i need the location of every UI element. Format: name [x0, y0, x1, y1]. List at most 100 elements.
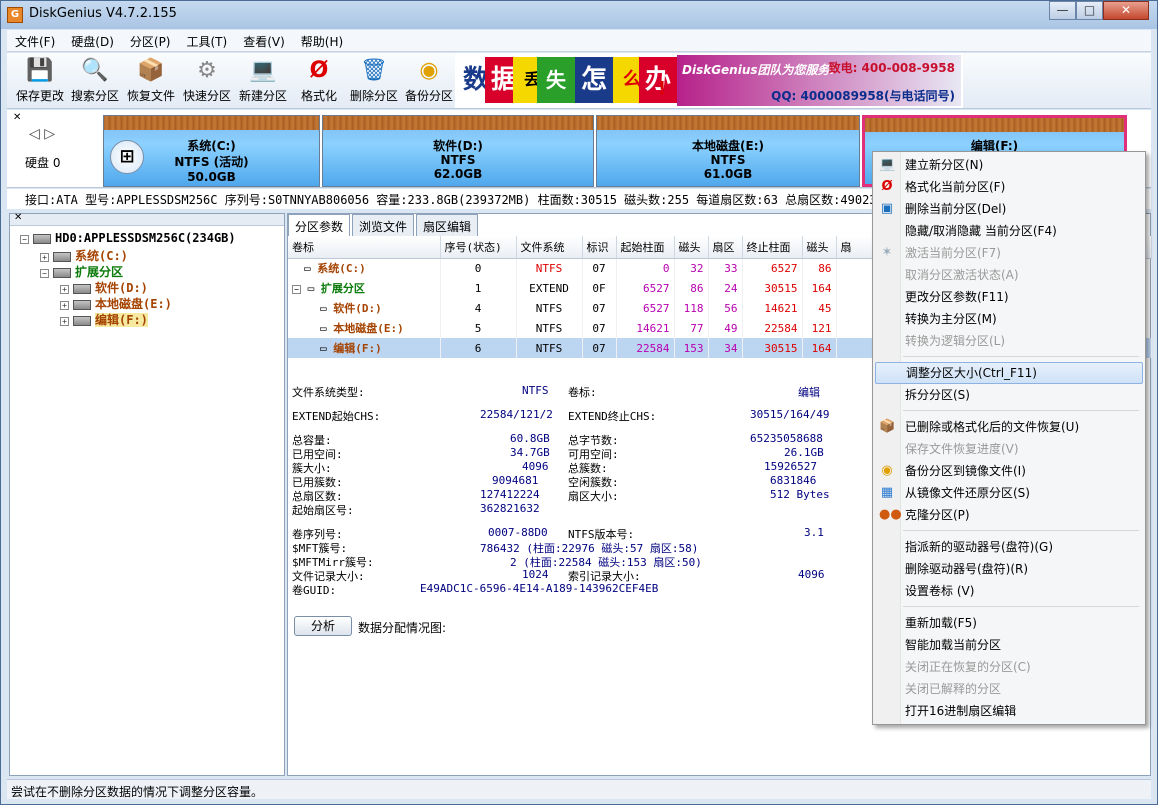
- tab-browse-files[interactable]: 浏览文件: [352, 214, 415, 236]
- partition-icon: ▭: [304, 262, 311, 276]
- partition-name: 本地磁盘(E:): [692, 139, 764, 153]
- menu-item-set-label[interactable]: 设置卷标 (V): [875, 580, 1143, 602]
- menu-item-hex-editor[interactable]: 打开16进制扇区编辑: [875, 700, 1143, 722]
- backup-partition-button[interactable]: ◉ 备份分区: [402, 55, 456, 107]
- menu-partition[interactable]: 分区(P): [122, 30, 179, 51]
- collapse-icon[interactable]: −: [20, 235, 29, 244]
- detail-value: 127412224: [480, 488, 540, 501]
- menu-view[interactable]: 查看(V): [235, 30, 293, 51]
- menu-item-split[interactable]: 拆分分区(S): [875, 384, 1143, 406]
- menu-item-format[interactable]: Ø 格式化当前分区(F): [875, 176, 1143, 198]
- tree-item-extended[interactable]: − 扩展分区: [40, 263, 123, 280]
- col-start-sector[interactable]: 扇区: [708, 236, 743, 259]
- minimize-button[interactable]: —: [1049, 1, 1076, 20]
- col-label[interactable]: 卷标: [288, 236, 441, 259]
- menu-item-change-params[interactable]: 更改分区参数(F11): [875, 286, 1143, 308]
- recover-files-button[interactable]: 📦 恢复文件: [124, 55, 178, 107]
- partition-icon: ▭: [320, 342, 327, 355]
- menu-item-file-recovery[interactable]: 📦 已删除或格式化后的文件恢复(U): [875, 416, 1143, 438]
- cell-start-cyl: 0: [616, 258, 675, 278]
- quick-partition-button[interactable]: ⚙ 快速分区: [180, 55, 234, 107]
- menu-tools[interactable]: 工具(T): [179, 30, 236, 51]
- menu-disk[interactable]: 硬盘(D): [63, 30, 122, 51]
- close-pane-icon[interactable]: ✕: [13, 112, 21, 123]
- menu-item-resize[interactable]: 调整分区大小(Ctrl_F11): [875, 362, 1143, 384]
- menu-item-hide[interactable]: 隐藏/取消隐藏 当前分区(F4): [875, 220, 1143, 242]
- menu-item-new-partition[interactable]: 💻 建立新分区(N): [875, 154, 1143, 176]
- delete-partition-button[interactable]: 🗑 删除分区: [347, 55, 401, 107]
- collapse-icon[interactable]: −: [292, 285, 301, 294]
- col-start-head[interactable]: 磁头: [674, 236, 709, 259]
- menu-item-smart-load[interactable]: 智能加载当前分区: [875, 634, 1143, 656]
- toolbar-label: 保存更改: [15, 89, 64, 103]
- tree-item-e[interactable]: + 本地磁盘(E:): [60, 295, 172, 312]
- menu-item-assign-letter[interactable]: 指派新的驱动器号(盘符)(G): [875, 536, 1143, 558]
- expand-icon[interactable]: +: [60, 285, 69, 294]
- disk-tree-panel: ✕ − HD0:APPLESSDSM256C(234GB) + 系统(C:) − 扩展…: [9, 212, 285, 776]
- partition-block-d[interactable]: 软件(D:) NTFS 62.0GB: [322, 115, 594, 187]
- menu-item-restore-image[interactable]: ▦ 从镜像文件还原分区(S): [875, 482, 1143, 504]
- menu-help[interactable]: 帮助(H): [293, 30, 351, 51]
- new-partition-button[interactable]: 💻 新建分区: [236, 55, 290, 107]
- cell-end-cyl: 30515: [742, 338, 803, 358]
- close-button[interactable]: ✕: [1103, 1, 1149, 20]
- title-bar[interactable]: G DiskGenius V4.7.2.155 — □ ✕: [1, 1, 1157, 29]
- analyze-button[interactable]: 分析: [294, 616, 352, 636]
- menu-item-delete[interactable]: ▣ 删除当前分区(Del): [875, 198, 1143, 220]
- col-start-cyl[interactable]: 起始柱面: [616, 236, 675, 259]
- panel-header: ✕: [10, 212, 284, 226]
- expand-icon[interactable]: +: [40, 253, 49, 262]
- menu-item-to-primary[interactable]: 转换为主分区(M): [875, 308, 1143, 330]
- col-end-cyl[interactable]: 终止柱面: [742, 236, 803, 259]
- search-partition-button[interactable]: 🔍 搜索分区: [68, 55, 122, 107]
- tree-item-f[interactable]: + 编辑(F:): [60, 311, 148, 328]
- tab-sector-edit[interactable]: 扇区编辑: [416, 214, 479, 236]
- menu-item-to-logical[interactable]: 转换为逻辑分区(L): [875, 330, 1143, 352]
- menu-item-remove-letter[interactable]: 删除驱动器号(盘符)(R): [875, 558, 1143, 580]
- collapse-icon[interactable]: −: [40, 269, 49, 278]
- menu-item-activate[interactable]: ✶ 激活当前分区(F7): [875, 242, 1143, 264]
- menu-file[interactable]: 文件(F): [7, 30, 63, 51]
- menu-item-close-interpreted[interactable]: 关闭已解释的分区: [875, 678, 1143, 700]
- disk-nav-arrows[interactable]: ◁ ▷: [29, 126, 55, 142]
- menu-item-reload[interactable]: 重新加载(F5): [875, 612, 1143, 634]
- expand-icon[interactable]: +: [60, 317, 69, 326]
- banner-char: 怎: [575, 57, 613, 103]
- detail-label: EXTEND终止CHS:: [568, 410, 657, 423]
- toolbar-label: 格式化: [300, 89, 337, 103]
- detail-label: 文件系统类型:: [292, 386, 365, 399]
- partition-fs: NTFS: [440, 153, 476, 167]
- partition-block-c[interactable]: ⊞ 系统(C:) NTFS (活动) 50.0GB: [103, 115, 320, 187]
- save-changes-button[interactable]: 💾 保存更改: [13, 55, 67, 107]
- menu-item-save-progress[interactable]: 保存文件恢复进度(V): [875, 438, 1143, 460]
- menu-item-close-recovering[interactable]: 关闭正在恢复的分区(C): [875, 656, 1143, 678]
- tree-item-c[interactable]: + 系统(C:): [40, 247, 128, 264]
- cell-index: 6: [440, 338, 517, 358]
- menu-item-deactivate[interactable]: 取消分区激活状态(A): [875, 264, 1143, 286]
- windows-logo-icon: ⊞: [110, 140, 144, 174]
- format-button[interactable]: Ø 格式化: [292, 55, 346, 107]
- detail-value: 362821632: [480, 502, 540, 515]
- menu-item-backup-image[interactable]: ◉ 备份分区到镜像文件(I): [875, 460, 1143, 482]
- partition-icon: [53, 267, 71, 278]
- maximize-button[interactable]: □: [1076, 1, 1103, 20]
- tree-item-d[interactable]: + 软件(D:): [60, 279, 148, 296]
- tree-item-disk[interactable]: − HD0:APPLESSDSM256C(234GB): [20, 231, 236, 245]
- col-fs[interactable]: 文件系统: [516, 236, 583, 259]
- partition-fs: NTFS: [710, 153, 746, 167]
- ad-banner[interactable]: 数 据 丢 失 怎 么 办 ! DiskGenius团队为您服务! 致电: 40…: [455, 53, 963, 108]
- col-index[interactable]: 序号(状态): [440, 236, 517, 259]
- tab-partition-params[interactable]: 分区参数: [288, 214, 351, 236]
- col-end-head[interactable]: 磁头: [802, 236, 837, 259]
- cell-name: 系统(C:): [317, 262, 366, 276]
- partition-usage-bar: [597, 116, 859, 130]
- cell-id: 07: [582, 298, 617, 318]
- col-id[interactable]: 标识: [582, 236, 617, 259]
- cell-id: 07: [582, 338, 617, 358]
- expand-icon[interactable]: +: [60, 301, 69, 310]
- close-pane-icon[interactable]: ✕: [14, 212, 22, 223]
- menu-item-clone[interactable]: ●● 克隆分区(P): [875, 504, 1143, 526]
- partition-block-e[interactable]: 本地磁盘(E:) NTFS 61.0GB: [596, 115, 860, 187]
- detail-value: 512 Bytes: [770, 488, 830, 501]
- banner-slogan: DiskGenius团队为您服务!: [682, 63, 836, 77]
